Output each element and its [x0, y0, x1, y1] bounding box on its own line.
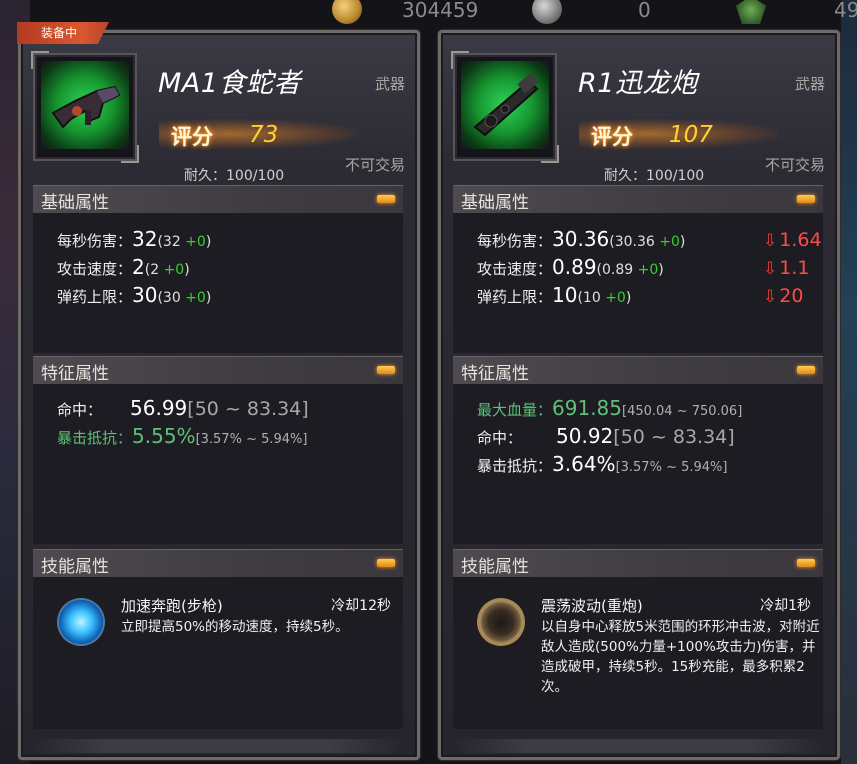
score-value: 73	[249, 122, 279, 148]
gold-amount: 304459	[402, 0, 479, 22]
weapon-icon	[41, 61, 129, 149]
tradable-status: 不可交易	[344, 156, 405, 174]
section-title: 特征属性	[41, 364, 109, 384]
skill-cooldown: 冷却1秒	[760, 598, 811, 614]
section-header-feature[interactable]: 特征属性	[453, 356, 823, 384]
panel-footer	[33, 739, 403, 753]
feature-row: 暴击抵抗：3.64%[3.57% ~ 5.94%]	[477, 452, 728, 476]
item-card-equipped: MA1食蛇者 武器 评分 73 耐久：100/100 不可交易 基础属性 每秒伤…	[18, 30, 420, 760]
stat-row: 弹药上限：10(10 +0)	[477, 283, 632, 307]
stat-diff: ⇩ 1.64	[763, 229, 822, 251]
skill-name: 震荡波动(重炮)	[541, 597, 643, 615]
feature-stats: 命中： 56.99[50 ~ 83.34] 暴击抵抗：5.55%[3.57% ~ …	[33, 384, 403, 544]
gold-coin-icon	[332, 0, 362, 24]
section-header-skill[interactable]: 技能属性	[453, 549, 823, 577]
collapse-icon[interactable]	[797, 195, 815, 203]
shockwave-skill-icon	[479, 600, 523, 644]
score-label: 评分	[171, 125, 213, 149]
feature-row: 命中： 56.99[50 ~ 83.34]	[57, 396, 309, 420]
score-value: 107	[669, 122, 713, 148]
skill-description: 立即提高50%的移动速度，持续5秒。	[121, 619, 349, 635]
item-type: 武器	[374, 75, 405, 93]
stat-diff: ⇩ 1.1	[763, 257, 810, 279]
collapse-icon[interactable]	[797, 559, 815, 567]
tradable-status: 不可交易	[764, 156, 825, 174]
item-card-compare: R1迅龙炮 武器 评分 107 耐久：100/100 不可交易 基础属性 每秒伤…	[438, 30, 840, 760]
section-title: 基础属性	[461, 193, 529, 213]
durability: 耐久：100/100	[604, 168, 705, 184]
durability: 耐久：100/100	[184, 168, 285, 184]
down-arrow-icon: ⇩	[763, 231, 778, 251]
feature-row-highlight: 最大血量：691.85[450.04 ~ 750.06]	[477, 396, 743, 420]
item-icon-frame	[451, 51, 559, 163]
stat-diff: ⇩ 20	[763, 285, 804, 307]
panel-footer	[453, 739, 823, 753]
background-right	[841, 0, 857, 764]
skill-name: 加速奔跑(步枪)	[121, 597, 223, 615]
stat-row: 攻击速度：2(2 +0)	[57, 255, 190, 279]
item-name: MA1食蛇者	[158, 68, 301, 99]
section-title: 特征属性	[461, 364, 529, 384]
skill-cooldown: 冷却12秒	[331, 598, 391, 614]
section-header-skill[interactable]: 技能属性	[33, 549, 403, 577]
weapon-icon	[461, 61, 549, 149]
item-type: 武器	[794, 75, 825, 93]
silver-amount: 0	[638, 0, 651, 22]
score-label: 评分	[591, 125, 633, 149]
feature-stats: 最大血量：691.85[450.04 ~ 750.06] 命中： 50.92[50…	[453, 384, 823, 544]
stat-row: 每秒伤害：30.36(30.36 +0)	[477, 227, 686, 251]
stat-row: 弹药上限：30(30 +0)	[57, 283, 212, 307]
down-arrow-icon: ⇩	[763, 259, 778, 279]
collapse-icon[interactable]	[377, 559, 395, 567]
medal-icon	[736, 0, 766, 24]
stat-row: 攻击速度：0.89(0.89 +0)	[477, 255, 664, 279]
section-title: 技能属性	[41, 557, 109, 577]
feature-row: 命中： 50.92[50 ~ 83.34]	[477, 424, 735, 448]
base-stats: 每秒伤害：32(32 +0) 攻击速度：2(2 +0) 弹药上限：30(30 +…	[33, 213, 403, 353]
equipped-badge: 装备中	[17, 22, 109, 44]
sprint-skill-icon	[59, 600, 103, 644]
section-header-base[interactable]: 基础属性	[453, 185, 823, 213]
item-icon-frame	[31, 51, 139, 163]
section-title: 技能属性	[461, 557, 529, 577]
currency-bar: 304459 0 49	[300, 0, 857, 26]
item-name: R1迅龙炮	[578, 68, 698, 99]
base-stats: 每秒伤害：30.36(30.36 +0) ⇩ 1.64 攻击速度：0.89(0.8…	[453, 213, 823, 353]
feature-row-highlight: 暴击抵抗：5.55%[3.57% ~ 5.94%]	[57, 424, 308, 448]
skill-block: 震荡波动(重炮) 冷却1秒 以自身中心释放5米范围的环形冲击波，对附近敌人造成(…	[453, 577, 823, 729]
silver-coin-icon	[532, 0, 562, 24]
skill-description: 以自身中心释放5米范围的环形冲击波，对附近敌人造成(500%力量+100%攻击力…	[541, 619, 820, 695]
collapse-icon[interactable]	[377, 195, 395, 203]
medal-amount: 49	[834, 0, 857, 22]
collapse-icon[interactable]	[377, 366, 395, 374]
stat-row: 每秒伤害：32(32 +0)	[57, 227, 212, 251]
down-arrow-icon: ⇩	[763, 287, 778, 307]
section-title: 基础属性	[41, 193, 109, 213]
skill-block: 加速奔跑(步枪) 冷却12秒 立即提高50%的移动速度，持续5秒。	[33, 577, 403, 729]
item-header: MA1食蛇者 武器 评分 73 耐久：100/100 不可交易	[21, 33, 417, 184]
section-header-feature[interactable]: 特征属性	[33, 356, 403, 384]
section-header-base[interactable]: 基础属性	[33, 185, 403, 213]
collapse-icon[interactable]	[797, 366, 815, 374]
item-header: R1迅龙炮 武器 评分 107 耐久：100/100 不可交易	[441, 33, 837, 184]
